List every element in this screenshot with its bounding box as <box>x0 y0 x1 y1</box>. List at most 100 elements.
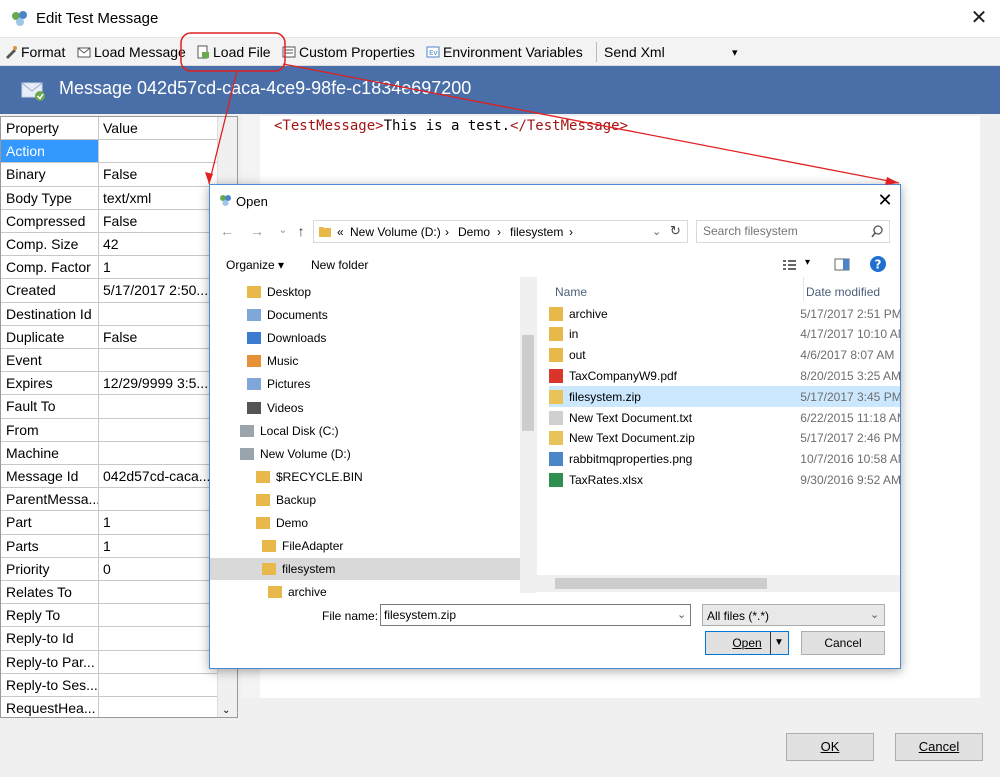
property-row[interactable]: Message Id 042d57cd-caca... <box>1 465 217 489</box>
custom-properties-button[interactable]: Custom Properties <box>282 41 415 63</box>
property-value[interactable] <box>99 488 217 510</box>
load-message-button[interactable]: Load Message <box>77 41 186 63</box>
editor-code-line[interactable]: <TestMessage>This is a test.</TestMessag… <box>274 118 628 134</box>
file-name-combo[interactable]: ⌄ <box>380 604 691 626</box>
property-value[interactable] <box>99 349 217 371</box>
property-grid[interactable]: Property Value Action Binary False Body Typ… <box>0 116 238 718</box>
open-dropdown-icon[interactable]: ▼ <box>774 632 784 654</box>
property-row[interactable]: Relates To <box>1 581 217 605</box>
back-icon[interactable]: ← <box>218 223 236 241</box>
property-value[interactable]: 1 <box>99 511 217 533</box>
file-row[interactable]: TaxCompanyW9.pdf 8/20/2015 3:25 AM <box>549 365 900 386</box>
property-row[interactable]: Duplicate False <box>1 325 217 349</box>
property-value[interactable] <box>99 442 217 464</box>
property-value[interactable] <box>99 303 217 325</box>
value-column-header[interactable]: Value <box>99 117 217 139</box>
property-value[interactable] <box>99 651 217 673</box>
forward-icon[interactable]: → <box>248 223 266 241</box>
file-row[interactable]: rabbitmqproperties.png 10/7/2016 10:58 AM <box>549 449 900 470</box>
property-row[interactable]: Machine <box>1 441 217 465</box>
property-row[interactable]: Body Type text/xml <box>1 186 217 210</box>
preview-pane-icon[interactable] <box>834 258 850 271</box>
property-value[interactable] <box>99 697 217 717</box>
property-value[interactable]: 1 <box>99 535 217 557</box>
nav-item-recycle-bin[interactable]: $RECYCLE.BIN <box>210 466 520 488</box>
file-list-horizontal-scrollbar[interactable] <box>537 575 900 592</box>
property-row[interactable]: Fault To <box>1 395 217 419</box>
file-row[interactable]: in 4/17/2017 10:10 AM <box>549 324 900 345</box>
file-row[interactable]: archive 5/17/2017 2:51 PM <box>549 303 900 324</box>
format-button[interactable]: Format <box>4 41 65 63</box>
property-row[interactable]: Reply-to Id <box>1 627 217 651</box>
new-folder-button[interactable]: New folder <box>311 258 368 272</box>
view-dropdown-icon[interactable]: ▾ <box>805 257 810 268</box>
property-row[interactable]: Reply-to Ses... <box>1 673 217 697</box>
property-value[interactable]: 0 <box>99 558 217 580</box>
date-column-header[interactable]: Date modified <box>806 285 880 299</box>
file-row[interactable]: filesystem.zip 5/17/2017 3:45 PM <box>549 386 900 408</box>
property-row[interactable]: Reply To <box>1 604 217 628</box>
property-value[interactable]: 42 <box>99 233 217 255</box>
nav-item-new-volume-d[interactable]: New Volume (D:) <box>210 443 520 465</box>
breadcrumb-filesystem[interactable]: filesystem <box>510 225 563 239</box>
nav-item-demo[interactable]: Demo <box>210 512 520 534</box>
dialog-cancel-button[interactable]: Cancel <box>801 631 885 655</box>
address-dropdown-icon[interactable]: ⌄ <box>652 225 661 238</box>
organize-menu[interactable]: Organize ▾ <box>226 258 284 272</box>
file-name-input[interactable] <box>384 608 664 622</box>
nav-item-local-disk-c[interactable]: Local Disk (C:) <box>210 420 520 442</box>
refresh-icon[interactable]: ↻ <box>670 223 681 239</box>
property-row[interactable]: From <box>1 418 217 442</box>
property-row[interactable]: Parts 1 <box>1 534 217 558</box>
search-icon[interactable] <box>871 225 884 238</box>
file-type-select[interactable]: All files (*.*) ⌄ <box>702 604 885 626</box>
nav-item-fileadapter[interactable]: FileAdapter <box>210 535 520 557</box>
file-list[interactable]: Name Date modified archive 5/17/2017 2:51… <box>537 277 900 593</box>
property-value[interactable] <box>99 395 217 417</box>
property-value[interactable]: False <box>99 326 217 348</box>
property-row[interactable]: Expires 12/29/9999 3:5... <box>1 372 217 396</box>
property-column-header[interactable]: Property <box>1 117 99 140</box>
scroll-down-icon[interactable]: ⌄ <box>222 705 230 716</box>
property-row[interactable]: Binary False <box>1 163 217 187</box>
send-xml-button[interactable]: Send Xml <box>604 41 665 63</box>
property-value[interactable]: 12/29/9999 3:5... <box>99 372 217 394</box>
nav-item-music[interactable]: Music <box>210 350 520 372</box>
nav-item-pictures[interactable]: Pictures <box>210 373 520 395</box>
property-row[interactable]: Part 1 <box>1 511 217 535</box>
editor-vertical-scrollbar[interactable] <box>980 116 1000 718</box>
property-row[interactable]: RequestHea... <box>1 697 217 717</box>
property-row[interactable]: Reply-to Par... <box>1 650 217 674</box>
nav-item-backup[interactable]: Backup <box>210 489 520 511</box>
breadcrumb-volume[interactable]: New Volume (D:) <box>350 225 441 239</box>
property-row[interactable]: Action <box>1 140 217 164</box>
file-type-dropdown-icon[interactable]: ⌄ <box>870 608 879 621</box>
property-value[interactable] <box>99 140 217 162</box>
file-row[interactable]: TaxRates.xlsx 9/30/2016 9:52 AM <box>549 469 900 490</box>
search-box[interactable] <box>696 220 890 243</box>
breadcrumb-overflow[interactable]: « <box>337 225 344 239</box>
property-value[interactable]: False <box>99 163 217 185</box>
property-row[interactable]: Comp. Size 42 <box>1 233 217 257</box>
up-folder-icon[interactable]: ↑ <box>292 223 310 241</box>
search-input[interactable] <box>703 224 863 238</box>
property-value[interactable] <box>99 419 217 441</box>
file-name-dropdown-icon[interactable]: ⌄ <box>677 608 686 621</box>
recent-locations-icon[interactable]: ⌄ <box>274 223 292 241</box>
property-row[interactable]: Destination Id <box>1 302 217 326</box>
editor-horizontal-scrollbar[interactable] <box>242 698 980 718</box>
nav-item-documents[interactable]: Documents <box>210 304 520 326</box>
environment-variables-button[interactable]: Ev Environment Variables <box>426 41 583 63</box>
file-scroll-thumb[interactable] <box>555 578 767 589</box>
property-value[interactable]: False <box>99 210 217 232</box>
navigation-pane[interactable]: Desktop Documents Downloads Music Pictures Vi… <box>210 277 520 599</box>
property-row[interactable]: Created 5/17/2017 2:50... <box>1 279 217 303</box>
name-column-header[interactable]: Name <box>555 285 587 299</box>
property-row[interactable]: ParentMessa... <box>1 488 217 512</box>
address-bar[interactable]: « New Volume (D:) › Demo › filesystem › … <box>313 220 688 243</box>
property-row[interactable]: Priority 0 <box>1 557 217 581</box>
property-row[interactable]: Comp. Factor 1 <box>1 256 217 280</box>
property-row[interactable]: Compressed False <box>1 209 217 233</box>
property-value[interactable]: 1 <box>99 256 217 278</box>
file-row[interactable]: New Text Document.zip 5/17/2017 2:46 PM <box>549 428 900 449</box>
